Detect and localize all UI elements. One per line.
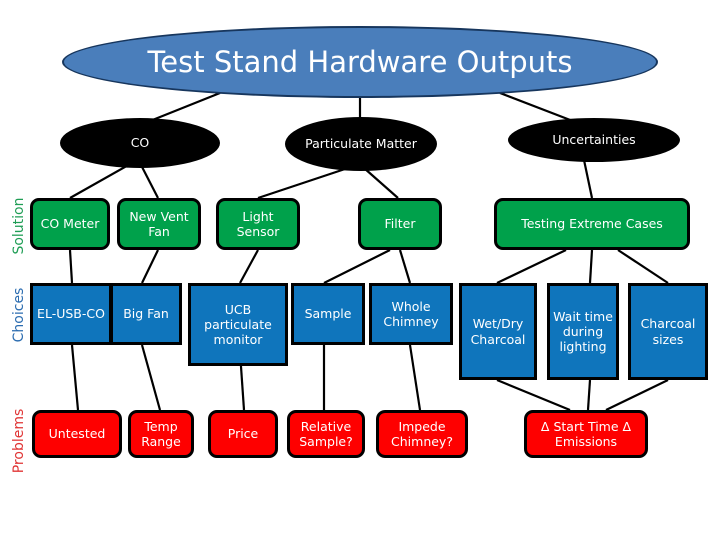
node-ucb-particulate-monitor[interactable]: UCB particulate monitor xyxy=(188,283,288,366)
node-wet-dry-charcoal[interactable]: Wet/Dry Charcoal xyxy=(459,283,537,380)
node-sample[interactable]: Sample xyxy=(291,283,365,345)
node-delta-start-time-emissions[interactable]: Δ Start Time Δ Emissions xyxy=(524,410,648,458)
diagram-title-ellipse: Test Stand Hardware Outputs xyxy=(62,26,658,98)
node-relative-sample[interactable]: Relative Sample? xyxy=(287,410,365,458)
node-co-meter[interactable]: CO Meter xyxy=(30,198,110,250)
band-label-solution: Solution xyxy=(11,196,27,256)
node-wait-time-during-lighting[interactable]: Wait time during lighting xyxy=(547,283,619,380)
node-label-big-fan: Big Fan xyxy=(123,306,169,322)
band-label-choices: Choices xyxy=(11,284,27,346)
band-label-problems: Problems xyxy=(11,405,27,477)
category-ellipse-uncertainties: Uncertainties xyxy=(508,118,680,162)
diagram-title-text: Test Stand Hardware Outputs xyxy=(147,44,573,79)
category-ellipse-co: CO xyxy=(60,118,220,168)
node-label-relative-sample: Relative Sample? xyxy=(299,418,353,449)
node-temp-range[interactable]: Temp Range xyxy=(128,410,194,458)
node-filter[interactable]: Filter xyxy=(358,198,442,250)
node-label-wet-dry-charcoal: Wet/Dry Charcoal xyxy=(470,316,526,347)
diagram-canvas: Test Stand Hardware Outputs CO Particula… xyxy=(0,0,720,540)
node-label-delta-start-time-emissions: Δ Start Time Δ Emissions xyxy=(540,418,632,449)
node-label-testing-extreme-cases: Testing Extreme Cases xyxy=(521,216,663,232)
node-charcoal-sizes[interactable]: Charcoal sizes xyxy=(628,283,708,380)
node-label-new-vent-fan: New Vent Fan xyxy=(129,208,189,239)
node-impede-chimney[interactable]: Impede Chimney? xyxy=(376,410,468,458)
band-solution-text: Solution xyxy=(11,197,27,255)
node-label-whole-chimney: Whole Chimney xyxy=(383,298,439,329)
node-label-filter: Filter xyxy=(384,216,416,232)
node-label-light-sensor: Light Sensor xyxy=(236,208,280,239)
node-label-co-meter: CO Meter xyxy=(40,216,100,232)
node-label-untested: Untested xyxy=(48,426,106,442)
node-label-price: Price xyxy=(227,426,259,442)
band-choices-text: Choices xyxy=(11,287,27,343)
band-problems-text: Problems xyxy=(11,408,27,474)
node-label-ucb-particulate-monitor: UCB particulate monitor xyxy=(204,301,272,348)
node-label-charcoal-sizes: Charcoal sizes xyxy=(640,316,696,347)
node-untested[interactable]: Untested xyxy=(32,410,122,458)
category-label-uncertainties: Uncertainties xyxy=(552,132,636,148)
node-label-el-usb-co: EL-USB-CO xyxy=(37,306,105,322)
category-label-particulate-matter: Particulate Matter xyxy=(305,136,417,152)
node-el-usb-co[interactable]: EL-USB-CO xyxy=(30,283,112,345)
node-big-fan[interactable]: Big Fan xyxy=(110,283,182,345)
node-label-impede-chimney: Impede Chimney? xyxy=(391,418,453,449)
node-testing-extreme-cases[interactable]: Testing Extreme Cases xyxy=(494,198,690,250)
node-label-sample: Sample xyxy=(304,306,352,322)
node-label-temp-range: Temp Range xyxy=(141,418,181,449)
node-price[interactable]: Price xyxy=(208,410,278,458)
node-light-sensor[interactable]: Light Sensor xyxy=(216,198,300,250)
node-whole-chimney[interactable]: Whole Chimney xyxy=(369,283,453,345)
category-label-co: CO xyxy=(130,135,150,151)
node-label-wait-time-during-lighting: Wait time during lighting xyxy=(553,308,613,355)
node-new-vent-fan[interactable]: New Vent Fan xyxy=(117,198,201,250)
category-ellipse-particulate-matter: Particulate Matter xyxy=(285,117,437,171)
